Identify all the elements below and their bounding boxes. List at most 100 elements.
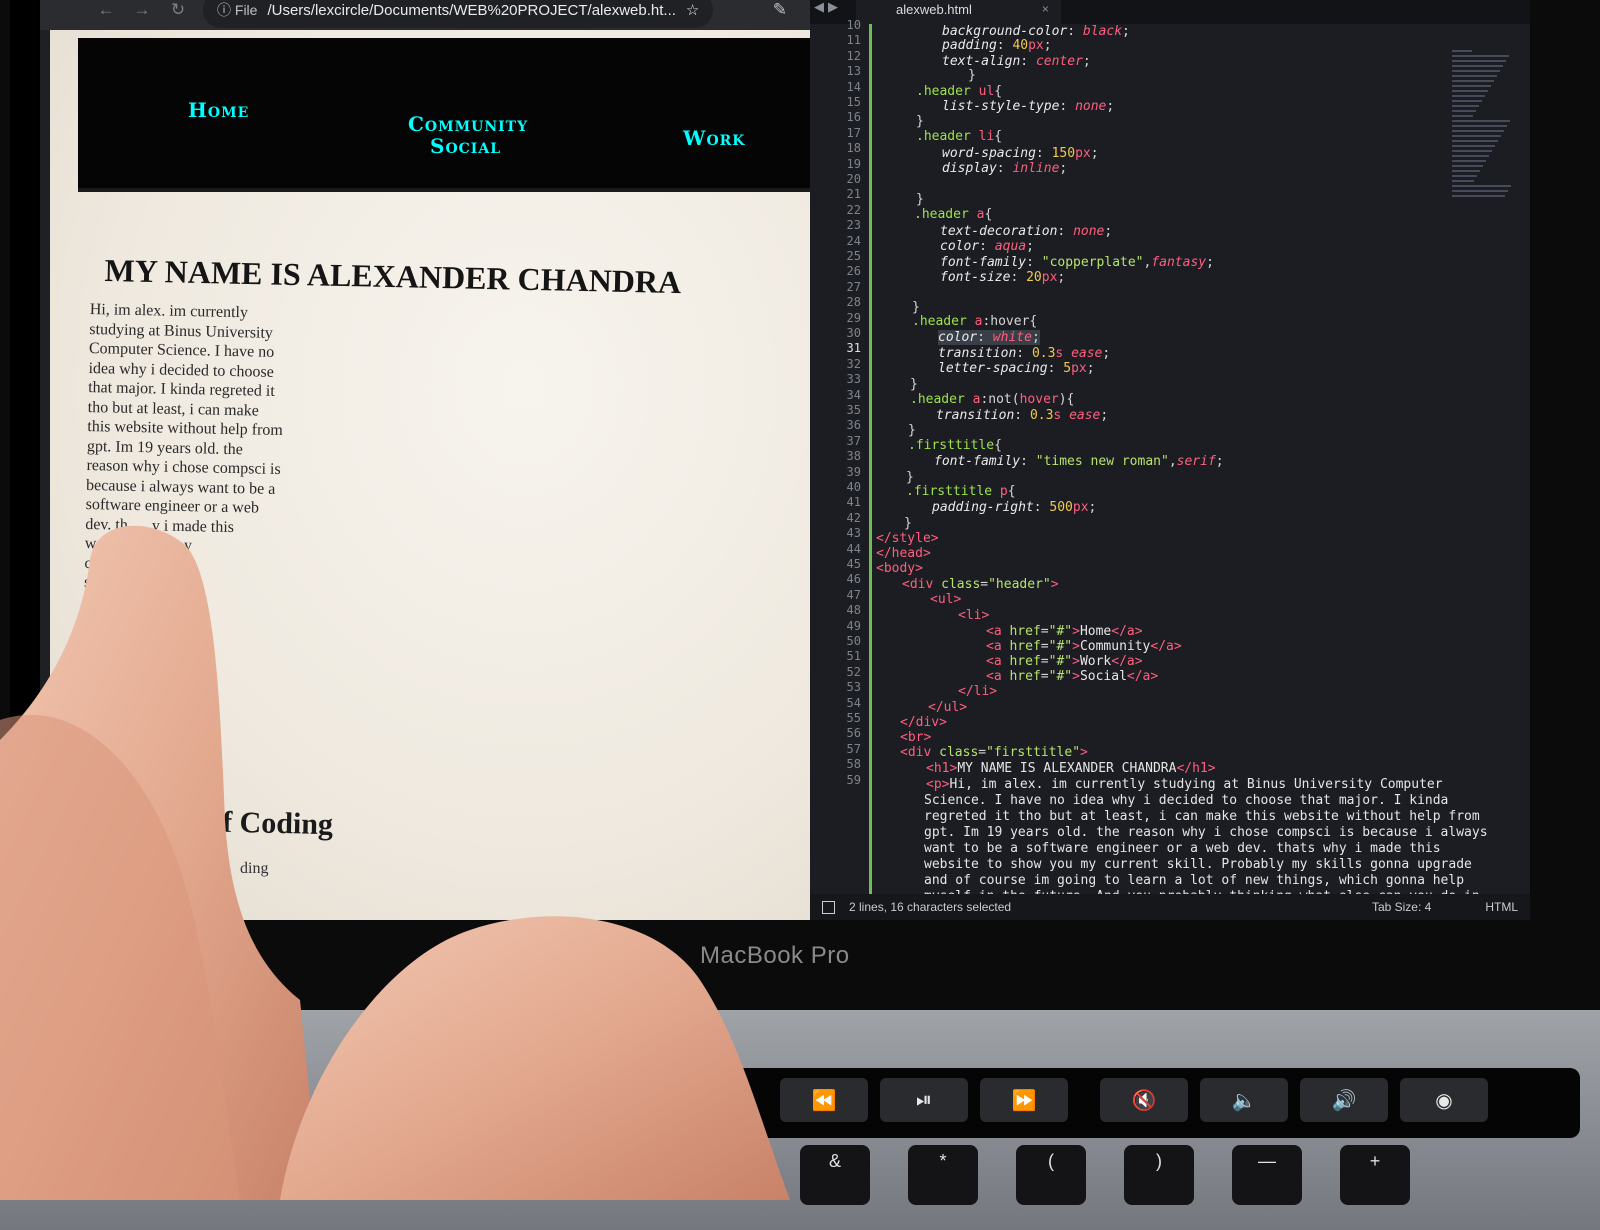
line-number: 31 bbox=[846, 341, 861, 356]
line-number: 32 bbox=[846, 356, 861, 371]
mute-icon[interactable]: 🔇 bbox=[1100, 1078, 1188, 1122]
code-line: .firsttitle p{ bbox=[906, 484, 1016, 499]
line-number: 39 bbox=[846, 464, 861, 479]
line-number: 24 bbox=[846, 233, 861, 248]
nav-link-home[interactable]: Home bbox=[188, 98, 249, 122]
tab-size-status[interactable]: Tab Size: 4 bbox=[1372, 900, 1431, 914]
status-bar: 2 lines, 16 characters selected Tab Size… bbox=[810, 894, 1530, 920]
code-line: } bbox=[968, 68, 976, 83]
forward-icon[interactable]: → bbox=[131, 0, 153, 20]
line-number: 35 bbox=[846, 403, 861, 417]
bookmark-star-icon[interactable]: ☆ bbox=[686, 1, 699, 19]
minimap-line bbox=[1452, 105, 1479, 107]
address-url[interactable]: /Users/lexcircle/Documents/WEB%20PROJECT… bbox=[267, 2, 675, 19]
line-number: 44 bbox=[846, 541, 861, 556]
nav-link-work[interactable]: Work bbox=[683, 126, 745, 150]
code-line: <a href="#">Social</a> bbox=[986, 669, 1159, 684]
laptop-screen: ← → ↻ ⓘ File /Users/lexcircle/Documents/… bbox=[10, 0, 1530, 920]
address-bar[interactable]: ⓘ File /Users/lexcircle/Documents/WEB%20… bbox=[203, 0, 714, 28]
browser-window: ← → ↻ ⓘ File /Users/lexcircle/Documents/… bbox=[40, 0, 840, 920]
minimap-line bbox=[1452, 160, 1486, 162]
code-line: letter-spacing: 5px; bbox=[938, 361, 1095, 376]
line-number: 10 bbox=[846, 18, 861, 32]
keyboard-key[interactable]: ( bbox=[1016, 1145, 1086, 1205]
keyboard-key[interactable]: — bbox=[1232, 1145, 1302, 1205]
keyboard-row: & * () — + bbox=[800, 1145, 1600, 1205]
code-line: <body> bbox=[876, 561, 923, 576]
minimap-line bbox=[1452, 95, 1485, 97]
rewind-icon[interactable]: ⏪ bbox=[780, 1078, 868, 1122]
line-number: 36 bbox=[846, 418, 861, 433]
tab-alexweb[interactable]: alexweb.html × bbox=[856, 0, 1061, 24]
section-text: ding bbox=[240, 860, 269, 877]
line-number: 20 bbox=[846, 172, 861, 186]
minimap-line bbox=[1452, 180, 1474, 182]
code-line: </ul> bbox=[928, 700, 968, 715]
minimap-line bbox=[1452, 75, 1497, 77]
extension-icon[interactable]: ✎ bbox=[773, 0, 787, 20]
line-number: 16 bbox=[846, 110, 861, 125]
syntax-status[interactable]: HTML bbox=[1485, 900, 1518, 914]
nav-link-community[interactable]: Community bbox=[408, 112, 528, 136]
code-area[interactable]: background-color: black; padding: 40px; … bbox=[872, 24, 1512, 894]
line-number: 41 bbox=[846, 495, 861, 510]
volume-down-icon[interactable]: 🔈 bbox=[1200, 1078, 1288, 1122]
line-number: 37 bbox=[846, 433, 861, 448]
line-number: 43 bbox=[846, 526, 861, 541]
code-line: } bbox=[916, 192, 924, 207]
code-line: <a href="#">Home</a> bbox=[986, 624, 1143, 639]
code-line: text-decoration: none; bbox=[940, 224, 1113, 239]
minimap-line bbox=[1452, 190, 1508, 192]
code-line: padding: 40px; bbox=[942, 38, 1052, 53]
back-icon[interactable]: ← bbox=[95, 0, 117, 20]
siri-icon[interactable]: ◉ bbox=[1400, 1078, 1488, 1122]
tab-close-icon[interactable]: × bbox=[1042, 2, 1049, 16]
nav-link-social[interactable]: Social bbox=[430, 134, 501, 158]
code-line: <ul> bbox=[930, 592, 962, 607]
code-line: } bbox=[906, 470, 914, 485]
code-line: padding-right: 500px; bbox=[932, 500, 1097, 515]
code-line: <h1>MY NAME IS ALEXANDER CHANDRA</h1> bbox=[926, 761, 1216, 776]
line-number: 23 bbox=[846, 218, 861, 233]
minimap-line bbox=[1452, 80, 1494, 82]
minimap-line bbox=[1452, 110, 1476, 112]
keyboard-key[interactable]: * bbox=[908, 1145, 978, 1205]
line-number: 42 bbox=[846, 510, 861, 525]
keyboard-key[interactable]: ) bbox=[1124, 1145, 1194, 1205]
code-line: .header a:not(hover){ bbox=[910, 392, 1075, 407]
line-number: 15 bbox=[846, 95, 861, 109]
tab-nav-arrows-icon[interactable]: ◀▶ bbox=[810, 0, 856, 15]
line-number: 51 bbox=[846, 649, 861, 664]
code-line: } bbox=[910, 377, 918, 392]
site-info-label[interactable]: ⓘ File bbox=[217, 0, 257, 20]
panel-toggle-icon[interactable] bbox=[822, 900, 835, 914]
line-number: 38 bbox=[846, 449, 861, 464]
keyboard-key[interactable]: & bbox=[800, 1145, 870, 1205]
line-number: 50 bbox=[846, 634, 861, 648]
minimap-line bbox=[1452, 150, 1492, 152]
line-number: 30 bbox=[846, 326, 861, 340]
keyboard-key[interactable]: + bbox=[1340, 1145, 1410, 1205]
line-number: 46 bbox=[846, 572, 861, 587]
minimap[interactable] bbox=[1452, 50, 1512, 220]
minimap-line bbox=[1452, 100, 1482, 102]
code-line: transition: 0.3s ease; bbox=[938, 346, 1111, 361]
bio-line: ne ! bbox=[80, 749, 174, 769]
code-line: .firsttitle{ bbox=[908, 438, 1002, 453]
code-line: </head> bbox=[876, 546, 931, 561]
minimap-line bbox=[1452, 90, 1488, 92]
code-line: <li> bbox=[958, 608, 990, 623]
line-number: 19 bbox=[846, 156, 861, 171]
code-line: } bbox=[904, 516, 912, 531]
fast-forward-icon[interactable]: ⏩ bbox=[980, 1078, 1068, 1122]
code-line: font-size: 20px; bbox=[940, 270, 1066, 285]
line-number: 40 bbox=[846, 480, 861, 494]
line-number: 22 bbox=[846, 202, 861, 217]
minimap-line bbox=[1452, 50, 1472, 52]
line-number: 57 bbox=[846, 741, 861, 756]
code-line: .header li{ bbox=[916, 129, 1003, 144]
line-number: 54 bbox=[846, 695, 861, 710]
play-pause-icon[interactable]: ⏯ bbox=[880, 1078, 968, 1122]
reload-icon[interactable]: ↻ bbox=[167, 0, 189, 20]
volume-up-icon[interactable]: 🔊 bbox=[1300, 1078, 1388, 1122]
